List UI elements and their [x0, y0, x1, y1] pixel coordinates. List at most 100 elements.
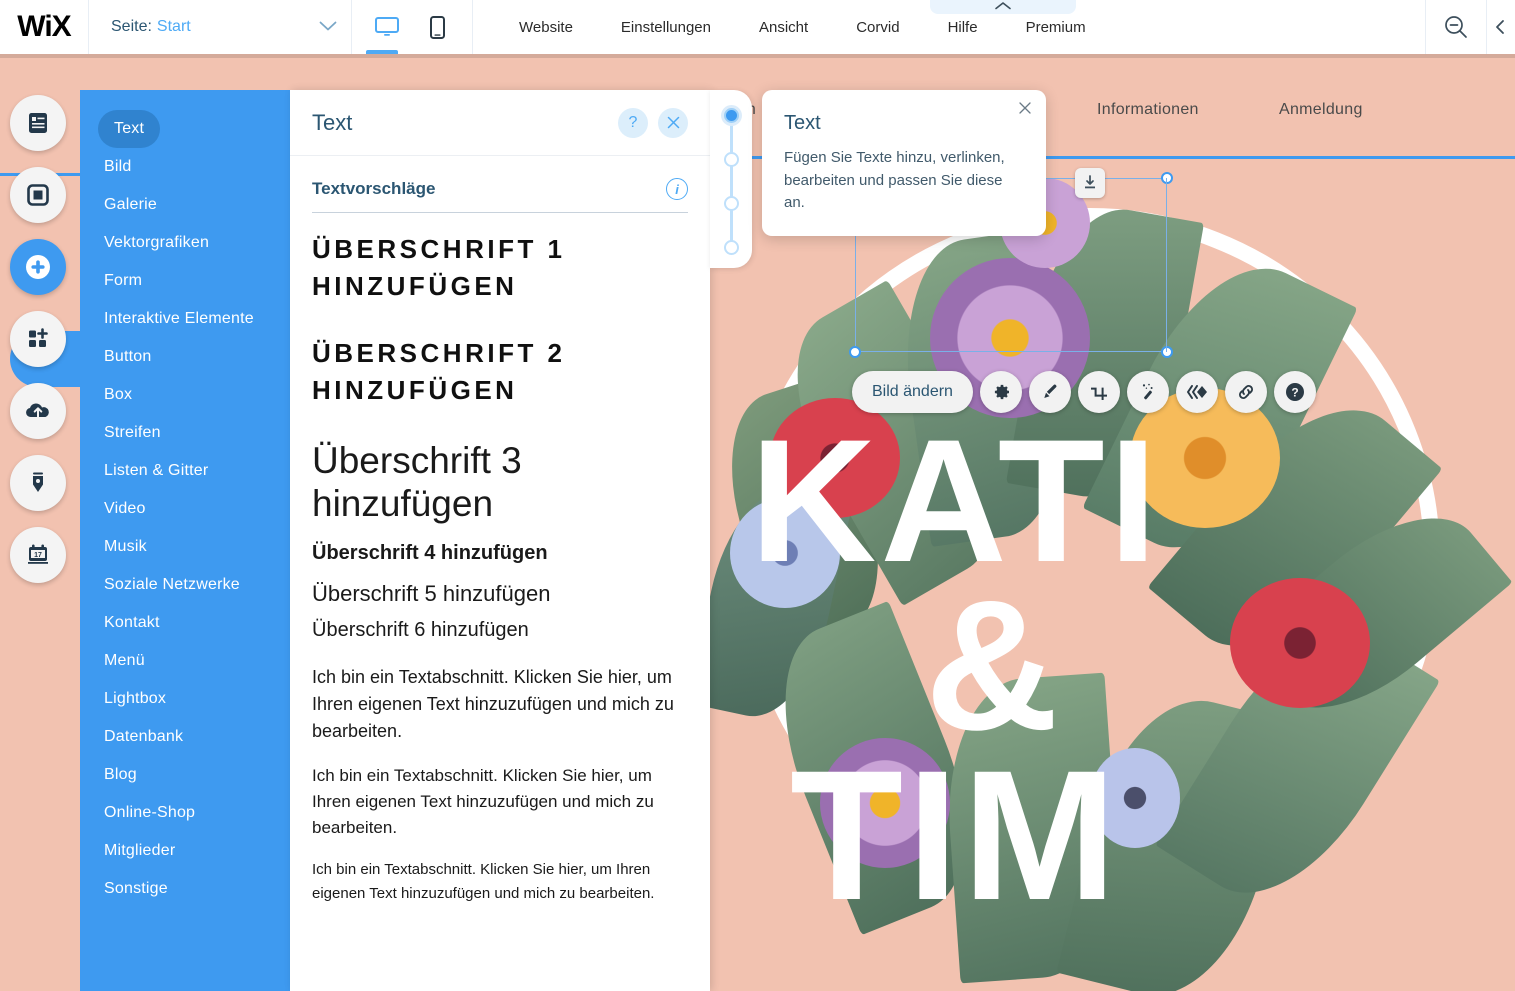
topbar-menu-website[interactable]: Website	[495, 0, 597, 54]
animation-button[interactable]	[1175, 371, 1218, 413]
text-sample-heading-4[interactable]: Überschrift 4 hinzufügen	[312, 542, 688, 565]
category-item-blog[interactable]: Blog	[80, 756, 290, 794]
chevron-left-icon	[1496, 20, 1504, 34]
category-item-bild[interactable]: Bild	[80, 148, 290, 186]
desktop-view-button[interactable]	[370, 7, 404, 47]
page-selector-value: Start	[156, 18, 191, 35]
text-elements-panel: Text ? Textvorschläge i ÜBERSCHRIFT 1 HI…	[290, 90, 710, 991]
category-item-listen-und-gitter[interactable]: Listen & Gitter	[80, 452, 290, 490]
mobile-view-button[interactable]	[420, 7, 454, 47]
paintbrush-icon	[1044, 384, 1057, 398]
desktop-view-active-indicator	[366, 50, 398, 54]
wix-logo[interactable]: WiX	[0, 10, 88, 44]
text-sample-paragraph-1[interactable]: Ich bin ein Textabschnitt. Klicken Sie h…	[312, 664, 688, 745]
text-sample-heading-1[interactable]: ÜBERSCHRIFT 1 HINZUFÜGEN	[312, 231, 688, 305]
page-selector[interactable]: Seite: Start	[89, 0, 351, 54]
crop-button[interactable]	[1077, 371, 1120, 413]
text-sample-paragraph-2[interactable]: Ich bin ein Textabschnitt. Klicken Sie h…	[312, 763, 680, 840]
topbar-menu-ansicht[interactable]: Ansicht	[735, 0, 832, 54]
help-button[interactable]: ?	[1273, 371, 1316, 413]
category-item-vektorgrafiken[interactable]: Vektorgrafiken	[80, 224, 290, 262]
pen-nib-icon	[33, 472, 43, 492]
rail-add-apps-button[interactable]	[10, 311, 66, 367]
pin-to-screen-button[interactable]	[1075, 168, 1105, 198]
category-item-button[interactable]: Button	[80, 338, 290, 376]
close-icon	[1019, 102, 1031, 114]
text-panel-actions: ?	[618, 107, 688, 138]
category-item-musik[interactable]: Musik	[80, 528, 290, 566]
text-suggestions-label: Textvorschläge	[312, 179, 436, 198]
tooltip-close-button[interactable]	[1018, 100, 1032, 120]
category-item-menue[interactable]: Menü	[80, 642, 290, 680]
download-pin-icon	[1085, 175, 1095, 189]
text-sample-heading-5[interactable]: Überschrift 5 hinzufügen	[312, 581, 688, 607]
text-panel-close-button[interactable]	[658, 107, 688, 138]
category-item-video[interactable]: Video	[80, 490, 290, 528]
rail-blog-button[interactable]	[10, 455, 66, 511]
rail-bookings-button[interactable]: 17	[10, 527, 66, 583]
topbar-right-actions	[1425, 0, 1515, 54]
rail-background-button[interactable]	[10, 167, 66, 223]
change-image-button[interactable]: Bild ändern	[852, 371, 973, 413]
step-dot-1[interactable]	[724, 108, 739, 123]
category-item-interaktive-elemente[interactable]: Interaktive Elemente	[80, 300, 290, 338]
editor-topbar: WiX Seite: Start Website Einstellungen A…	[0, 0, 1515, 54]
category-item-form[interactable]: Form	[80, 262, 290, 300]
flower-purple	[820, 738, 950, 868]
category-item-streifen[interactable]: Streifen	[80, 414, 290, 452]
link-button[interactable]	[1224, 371, 1267, 413]
topbar-shadow	[0, 54, 1515, 58]
mobile-icon	[429, 15, 445, 39]
text-tooltip-popover: Text Fügen Sie Texte hinzu, verlinken, b…	[762, 90, 1046, 236]
question-circle-icon: ?	[1285, 383, 1304, 401]
text-sample-heading-2[interactable]: ÜBERSCHRIFT 2 HINZUFÜGEN	[312, 335, 688, 409]
info-icon[interactable]: i	[666, 178, 688, 200]
svg-text:?: ?	[1291, 386, 1298, 400]
category-item-lightbox[interactable]: Lightbox	[80, 680, 290, 718]
chevron-up-icon	[995, 2, 1011, 10]
view-mode-switcher	[352, 0, 472, 54]
desktop-icon	[375, 17, 399, 36]
category-item-mitglieder[interactable]: Mitglieder	[80, 832, 290, 870]
zoom-out-button[interactable]	[1426, 0, 1486, 54]
rail-menus-and-pages-button[interactable]	[10, 95, 66, 151]
category-item-box[interactable]: Box	[80, 376, 290, 414]
text-sample-paragraph-3[interactable]: Ich bin ein Textabschnitt. Klicken Sie h…	[312, 858, 668, 905]
rail-add-elements-button[interactable]	[10, 239, 66, 295]
text-sample-heading-3[interactable]: Überschrift 3 hinzufügen	[312, 439, 688, 526]
topbar-collapse-button[interactable]	[930, 0, 1076, 14]
zoom-out-icon	[1445, 16, 1467, 38]
design-button[interactable]	[1028, 371, 1071, 413]
step-dot-4[interactable]	[724, 240, 739, 255]
step-track	[730, 114, 733, 246]
tour-step-indicator	[710, 90, 752, 268]
chevron-down-icon	[319, 20, 337, 35]
category-item-text[interactable]: Text	[98, 110, 161, 148]
magic-wand-icon	[1142, 383, 1153, 400]
category-item-kontakt[interactable]: Kontakt	[80, 604, 290, 642]
category-item-online-shop[interactable]: Online-Shop	[80, 794, 290, 832]
effects-button[interactable]	[1126, 371, 1169, 413]
topbar-overflow-button[interactable]	[1487, 0, 1515, 54]
category-item-datenbank[interactable]: Datenbank	[80, 718, 290, 756]
gear-icon	[994, 384, 1009, 400]
page-selector-label: Seite:	[111, 18, 152, 35]
topbar-menu-corvid[interactable]: Corvid	[832, 0, 923, 54]
image-floating-toolbar[interactable]: Bild ändern ?	[852, 371, 1316, 413]
text-panel-help-button[interactable]: ?	[618, 107, 648, 138]
step-dot-3[interactable]	[724, 196, 739, 211]
topbar-menu-einstellungen[interactable]: Einstellungen	[597, 0, 735, 54]
tooltip-title: Text	[784, 112, 821, 134]
settings-button[interactable]	[979, 371, 1022, 413]
flower-blue	[730, 498, 840, 608]
category-item-soziale-netzwerke[interactable]: Soziale Netzwerke	[80, 566, 290, 604]
close-icon	[667, 116, 679, 129]
text-sample-heading-6[interactable]: Überschrift 6 hinzufügen	[312, 619, 688, 642]
category-item-sonstige[interactable]: Sonstige	[80, 870, 290, 908]
rail-my-uploads-button[interactable]	[10, 383, 66, 439]
category-item-galerie[interactable]: Galerie	[80, 186, 290, 224]
step-dot-2[interactable]	[724, 152, 739, 167]
divider	[472, 0, 473, 54]
calendar-icon: 17	[28, 544, 48, 564]
flower-blue	[1090, 748, 1180, 848]
